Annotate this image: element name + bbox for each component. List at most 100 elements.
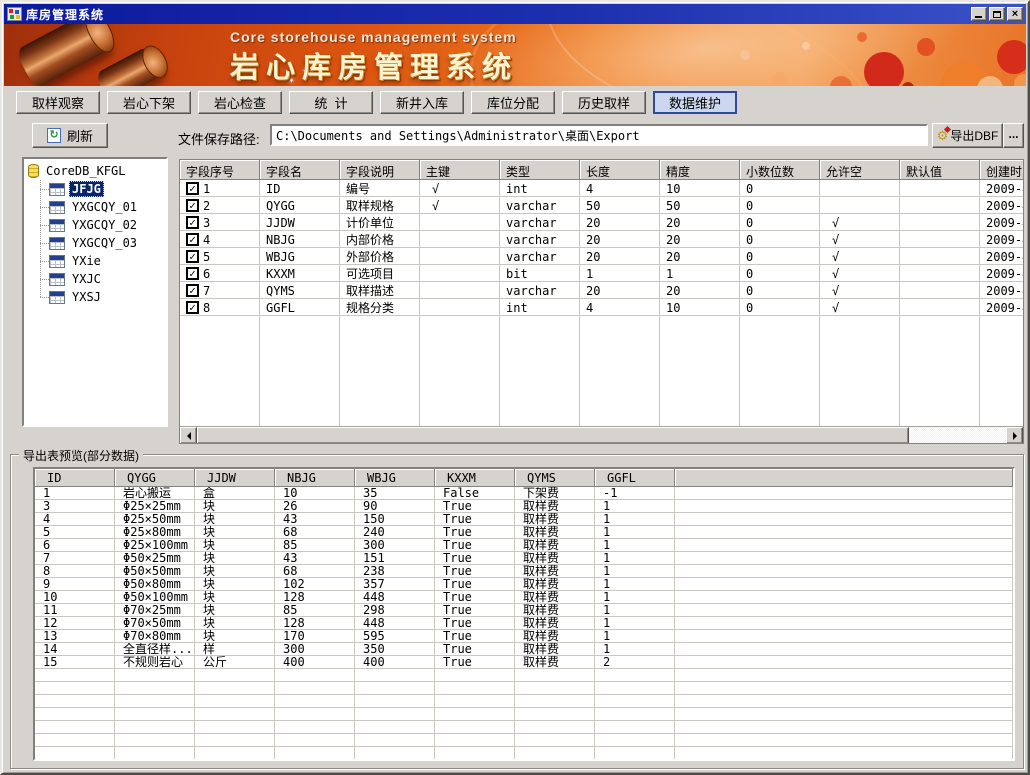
preview-row[interactable]: 11Φ70×25mm块85298True取样费1	[35, 604, 1013, 617]
fields-header-cell[interactable]: 小数位数	[740, 160, 820, 180]
checkbox[interactable]: ✓	[186, 301, 199, 314]
checkbox[interactable]: ✓	[186, 250, 199, 263]
banner-subtitle: Core storehouse management system	[230, 29, 517, 45]
preview-row[interactable]: 12Φ70×50mm块128448True取样费1	[35, 617, 1013, 630]
preview-cell: 1	[595, 552, 675, 565]
toolbar-button[interactable]: 统 计	[289, 91, 373, 114]
preview-header-cell[interactable]: QYMS	[515, 469, 595, 487]
tree-item[interactable]: YXGCQY_02	[34, 216, 164, 234]
field-row[interactable]: ✓6KXXM可选项目bit110√2009-4-	[180, 265, 1023, 282]
field-row[interactable]: ✓7QYMS取样描述varchar20200√2009-4-	[180, 282, 1023, 299]
minimize-button[interactable]	[971, 7, 987, 21]
checkbox[interactable]: ✓	[186, 182, 199, 195]
preview-row[interactable]: 4Φ25×50mm块43150True取样费1	[35, 513, 1013, 526]
field-row[interactable]: ✓2QYGG取样规格√varchar505002009-4-	[180, 197, 1023, 214]
preview-cell: 全直径样...	[115, 643, 195, 656]
preview-row[interactable]: 13Φ70×80mm块170595True取样费1	[35, 630, 1013, 643]
tree-item[interactable]: YXie	[34, 252, 164, 270]
scroll-left-button[interactable]	[180, 427, 197, 444]
checkbox[interactable]: ✓	[186, 233, 199, 246]
preview-header-cell[interactable]: NBJG	[275, 469, 355, 487]
preview-header-cell[interactable]: ID	[35, 469, 115, 487]
preview-row[interactable]: 15不规则岩心公斤400400True取样费2	[35, 656, 1013, 669]
preview-row[interactable]: 7Φ50×25mm块43151True取样费1	[35, 552, 1013, 565]
preview-cell: 43	[275, 552, 355, 565]
preview-row[interactable]: 6Φ25×100mm块85300True取样费1	[35, 539, 1013, 552]
checkbox[interactable]: ✓	[186, 216, 199, 229]
fields-header-cell[interactable]: 主键	[420, 160, 500, 180]
export-dbf-button[interactable]: ⚙ 导出DBF	[932, 123, 1003, 148]
toolbar-button[interactable]: 历史取样	[562, 91, 646, 114]
toolbar-button[interactable]: 库位分配	[471, 91, 555, 114]
close-button[interactable]: ×	[1007, 7, 1023, 21]
field-row[interactable]: ✓3JJDW计价单位varchar20200√2009-4-	[180, 214, 1023, 231]
save-path-input[interactable]	[270, 124, 928, 146]
field-cell-prec: 10	[660, 299, 740, 316]
scroll-track[interactable]	[909, 427, 1006, 443]
preview-cell: 取样费	[515, 591, 595, 604]
browse-button[interactable]: ...	[1003, 123, 1024, 148]
fields-header-cell[interactable]: 字段说明	[340, 160, 420, 180]
table-icon	[49, 201, 65, 214]
preview-row[interactable]: 1岩心搬运盒1035False下架费-1	[35, 487, 1013, 500]
checkbox[interactable]: ✓	[186, 199, 199, 212]
preview-row[interactable]: 14全直径样...样300350True取样费1	[35, 643, 1013, 656]
tree-item[interactable]: JFJG	[34, 180, 164, 198]
fields-header-cell[interactable]: 类型	[500, 160, 580, 180]
toolbar-button[interactable]: 岩心下架	[107, 91, 191, 114]
tree-item[interactable]: YXSJ	[34, 288, 164, 306]
preview-header-cell[interactable]: KXXM	[435, 469, 515, 487]
preview-header-cell[interactable]: JJDW	[195, 469, 275, 487]
maximize-button[interactable]	[989, 7, 1005, 21]
fields-header-cell[interactable]: 精度	[660, 160, 740, 180]
preview-row[interactable]: 5Φ25×80mm块68240True取样费1	[35, 526, 1013, 539]
fields-header-cell[interactable]: 字段名	[260, 160, 340, 180]
preview-row[interactable]: 9Φ50×80mm块102357True取样费1	[35, 578, 1013, 591]
preview-cell	[195, 734, 275, 747]
save-path-label: 文件保存路径:	[178, 129, 260, 148]
refresh-button[interactable]: ↻ 刷新	[32, 123, 108, 148]
toolbar-button[interactable]: 新井入库	[380, 91, 464, 114]
field-row[interactable]: ✓1ID编号√int41002009-4-	[180, 180, 1023, 197]
checkbox[interactable]: ✓	[186, 284, 199, 297]
preview-cell: 1	[595, 526, 675, 539]
preview-row[interactable]: 8Φ50×50mm块68238True取样费1	[35, 565, 1013, 578]
field-row[interactable]: ✓8GGFL规格分类int4100√2009-4-	[180, 299, 1023, 316]
scroll-right-button[interactable]	[1006, 427, 1023, 444]
preview-header-cell[interactable]: GGFL	[595, 469, 675, 487]
toolbar-button[interactable]: 岩心检查	[198, 91, 282, 114]
preview-row[interactable]: 10Φ50×100mm块128448True取样费1	[35, 591, 1013, 604]
preview-cell-filler	[675, 487, 1013, 500]
preview-cell: 1	[595, 604, 675, 617]
field-row[interactable]: ✓4NBJG内部价格varchar20200√2009-4-	[180, 231, 1023, 248]
field-row[interactable]: ✓5WBJG外部价格varchar20200√2009-4-	[180, 248, 1023, 265]
tree-root[interactable]: CoreDB_KFGL	[26, 162, 164, 180]
tree-connector	[40, 261, 49, 262]
tree-item[interactable]: YXJC	[34, 270, 164, 288]
preview-cell: 块	[195, 552, 275, 565]
toolbar-button[interactable]: 取样观察	[16, 91, 100, 114]
left-arrow-icon	[183, 432, 191, 440]
field-cell-len: 1	[580, 265, 660, 282]
toolbar-button[interactable]: 数据维护	[653, 91, 737, 114]
preview-cell	[355, 721, 435, 734]
preview-cell	[595, 682, 675, 695]
tree-item[interactable]: YXGCQY_01	[34, 198, 164, 216]
horizontal-scrollbar[interactable]	[180, 426, 1023, 443]
fields-header-cell[interactable]: 创建时	[980, 160, 1023, 180]
preview-row[interactable]: 3Φ25×25mm块2690True取样费1	[35, 500, 1013, 513]
fields-header-cell[interactable]: 字段序号	[180, 160, 260, 180]
field-cell-desc: 编号	[340, 180, 420, 197]
tree-item[interactable]: YXGCQY_03	[34, 234, 164, 252]
fields-header-cell[interactable]: 允许空	[820, 160, 900, 180]
preview-header-cell[interactable]: WBJG	[355, 469, 435, 487]
fields-header-cell[interactable]: 默认值	[900, 160, 980, 180]
preview-header-cell[interactable]: QYGG	[115, 469, 195, 487]
checkbox[interactable]: ✓	[186, 267, 199, 280]
preview-cell	[35, 747, 115, 760]
fields-header-cell[interactable]: 长度	[580, 160, 660, 180]
banner-bubble	[740, 50, 750, 60]
field-seq-cell: ✓6	[180, 265, 260, 282]
scroll-thumb[interactable]	[197, 427, 909, 444]
preview-cell	[115, 708, 195, 721]
